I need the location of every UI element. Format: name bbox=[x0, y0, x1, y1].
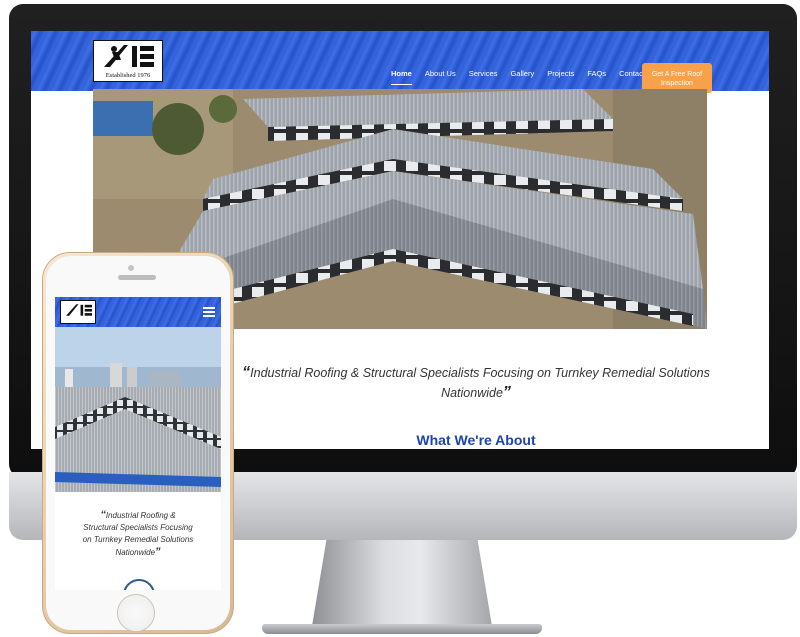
tagline-close-quote: ” bbox=[502, 384, 511, 401]
mobile-tagline-line-1: Industrial Roofing & bbox=[105, 511, 176, 520]
home-button[interactable] bbox=[117, 594, 155, 632]
logo-roofer-icon bbox=[104, 45, 154, 67]
tagline-line-2: Nationwide bbox=[441, 386, 503, 400]
cta-line-1: Get A Free Roof bbox=[651, 71, 703, 78]
site-header: Established 1976 Home About Us Services … bbox=[31, 31, 769, 93]
nav-item-gallery[interactable]: Gallery bbox=[510, 69, 534, 85]
mobile-tagline: “Industrial Roofing & Structural Special… bbox=[61, 509, 215, 559]
main-nav: Home About Us Services Gallery Projects … bbox=[391, 69, 645, 85]
site-logo[interactable]: Established 1976 bbox=[93, 40, 163, 82]
hamburger-menu-icon[interactable] bbox=[203, 307, 215, 317]
cta-line-2: Inspection bbox=[661, 80, 693, 87]
speaker-icon bbox=[118, 275, 156, 280]
mobile-tagline-line-4: Nationwide bbox=[115, 548, 156, 557]
imac-stand-base bbox=[262, 624, 542, 634]
camera-icon bbox=[128, 265, 134, 271]
certification-badge bbox=[123, 579, 155, 590]
logo-roofer-icon bbox=[66, 304, 92, 316]
mobile-screen: “Industrial Roofing & Structural Special… bbox=[55, 297, 221, 590]
section-title: What We're About bbox=[416, 432, 536, 448]
mobile-tagline-line-3: on Turnkey Remedial Solutions bbox=[82, 535, 194, 544]
mobile-tagline-line-2: Structural Specialists Focusing bbox=[83, 523, 193, 532]
mobile-tagline-close-quote: ” bbox=[155, 546, 161, 558]
tagline-line-1: Industrial Roofing & Structural Speciali… bbox=[250, 366, 710, 380]
nav-item-services[interactable]: Services bbox=[469, 69, 498, 85]
nav-item-about-us[interactable]: About Us bbox=[425, 69, 456, 85]
mobile-hero-image bbox=[55, 327, 221, 492]
nav-item-projects[interactable]: Projects bbox=[547, 69, 574, 85]
tagline-open-quote: “ bbox=[242, 364, 251, 381]
mobile-logo[interactable] bbox=[60, 300, 96, 324]
hero-tagline: “Industrial Roofing & Structural Special… bbox=[206, 363, 746, 403]
imac-stand bbox=[312, 540, 492, 626]
nav-item-home[interactable]: Home bbox=[391, 69, 412, 85]
logo-tagline: Established 1976 bbox=[105, 72, 151, 79]
mobile-header bbox=[55, 297, 221, 327]
nav-item-faqs[interactable]: FAQs bbox=[587, 69, 606, 85]
